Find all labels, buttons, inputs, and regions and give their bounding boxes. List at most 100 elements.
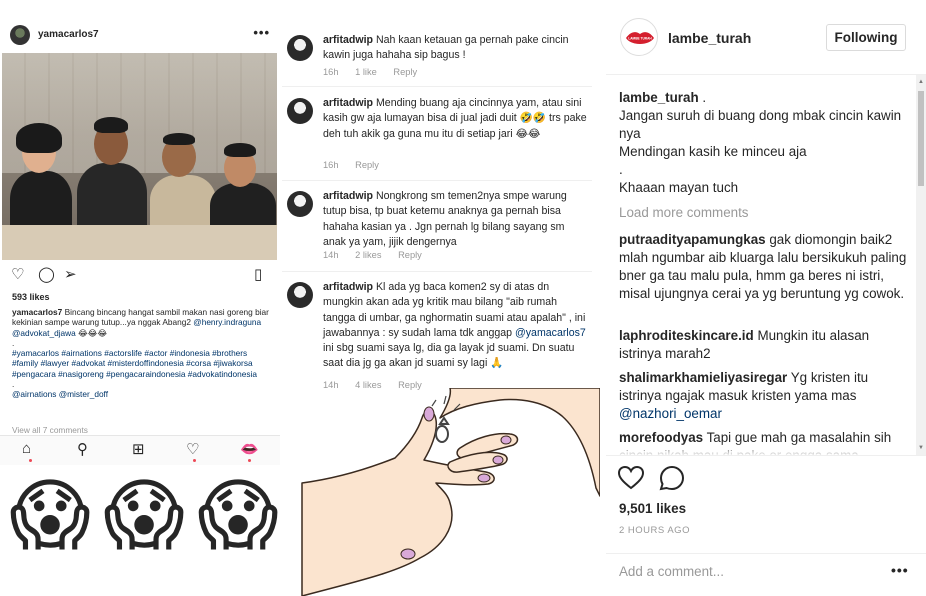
likes-count[interactable]: 593 likes xyxy=(12,292,50,302)
logo-text: LAMBE TURAH xyxy=(628,37,652,41)
comment-text: arfitadwip Kl ada yg baca komen2 sy di a… xyxy=(323,280,588,372)
comment-time: 16h xyxy=(323,67,339,77)
comment: putraadityapamungkas gak diomongin baik2… xyxy=(619,231,909,303)
lower-hand xyxy=(301,410,495,596)
following-button[interactable]: Following xyxy=(826,24,906,51)
scroll-fade xyxy=(606,442,916,455)
post-photo xyxy=(2,53,277,260)
activity-dot xyxy=(193,459,196,462)
caption-username[interactable]: lambe_turah xyxy=(619,90,699,105)
scroll-down-arrow-icon[interactable]: ▼ xyxy=(918,445,924,451)
comments-scrollbar[interactable]: ▲ ▼ xyxy=(916,75,926,455)
caption-hashtags[interactable]: #yamacarlos #airnations #actorslife #act… xyxy=(12,348,257,379)
commenter-avatar[interactable] xyxy=(287,191,313,217)
caption-dot: . xyxy=(12,337,15,348)
photo-table xyxy=(2,225,277,260)
embedded-post-screenshot: yamacarlos7 ••• ♡ ◯ ➢ ▯ 593 likes yamaca… xyxy=(0,0,280,596)
post-header: yamacarlos7 ••• xyxy=(0,24,280,48)
person-1-hair xyxy=(16,123,62,153)
commenter-avatar[interactable] xyxy=(287,98,313,124)
post-actions: ♡ ◯ ➢ ▯ xyxy=(0,266,280,286)
comment-2: arfitadwip Mending buang aja cincinnya y… xyxy=(282,96,592,176)
more-options-icon[interactable]: ••• xyxy=(253,25,270,40)
scream-emoji-3: 😱 xyxy=(197,471,279,561)
commenter-avatar[interactable] xyxy=(287,282,313,308)
person-2-hair xyxy=(94,117,128,133)
nail-1 xyxy=(423,406,435,422)
load-more-comments-button[interactable]: Load more comments xyxy=(619,205,749,220)
home-icon[interactable]: ⌂ xyxy=(22,440,31,457)
comments-list[interactable]: lambe_turah . Jangan suruh di buang dong… xyxy=(606,75,916,455)
share-icon[interactable]: ➢ xyxy=(64,266,77,284)
profile-lips-icon[interactable]: 👄 xyxy=(240,440,259,458)
caption-username[interactable]: yamacarlos7 xyxy=(12,307,62,317)
comment-mention[interactable]: @nazhori_oemar xyxy=(619,406,722,421)
person-4-hair xyxy=(224,143,256,157)
account-avatar[interactable]: LAMBE TURAH xyxy=(620,18,658,56)
post-username[interactable]: yamacarlos7 xyxy=(38,29,99,40)
post-timestamp[interactable]: 2 HOURS AGO xyxy=(619,525,690,536)
add-comment-input[interactable]: Add a comment... xyxy=(619,564,724,579)
activity-heart-icon[interactable]: ♡ xyxy=(186,440,199,458)
comment-meta: 16h Reply xyxy=(323,160,393,170)
search-icon[interactable]: ⚲ xyxy=(77,440,88,458)
comment-username[interactable]: arfitadwip xyxy=(323,190,373,202)
reply-button[interactable]: Reply xyxy=(393,67,417,77)
ring-icon xyxy=(435,416,450,443)
profile-dot xyxy=(248,459,251,462)
view-all-comments-link[interactable]: View all 7 comments xyxy=(12,425,88,435)
comment-text: arfitadwip Nongkrong sm temen2nya smpe w… xyxy=(323,189,588,250)
more-options-icon[interactable]: ••• xyxy=(891,562,909,578)
home-dot xyxy=(29,459,32,462)
like-heart-icon[interactable] xyxy=(617,464,645,492)
reply-button[interactable]: Reply xyxy=(398,250,422,260)
comment-username[interactable]: shalimarkhamieliyasiregar xyxy=(619,370,787,385)
scream-emoji-1: 😱 xyxy=(9,471,91,561)
caption-line: Mendingan kasih ke minceu aja xyxy=(619,144,807,159)
caption-emoji: 😂😂😂 xyxy=(78,327,108,338)
comment-likes[interactable]: 1 like xyxy=(355,67,377,77)
comment-4: arfitadwip Kl ada yg baca komen2 sy di a… xyxy=(282,280,592,395)
comment-username[interactable]: putraadityapamungkas xyxy=(619,232,766,247)
comment-username[interactable]: laphroditeskincare.id xyxy=(619,328,754,343)
comment-divider xyxy=(282,180,592,181)
comment-icon[interactable]: ◯ xyxy=(38,266,55,284)
comment-bubble-icon[interactable] xyxy=(658,464,686,492)
heart-icon[interactable]: ♡ xyxy=(11,266,24,284)
likes-count[interactable]: 9,501 likes xyxy=(619,501,686,516)
comment: laphroditeskincare.id Mungkin itu alasan… xyxy=(619,327,909,363)
comment-meta: 16h 1 like Reply xyxy=(323,67,431,77)
comment-username[interactable]: arfitadwip xyxy=(323,97,373,109)
instagram-post-panel: LAMBE TURAH lambe_turah Following lambe_… xyxy=(606,0,926,596)
nail-3 xyxy=(492,455,504,465)
add-post-icon[interactable]: ⊞ xyxy=(132,440,145,458)
scrollbar-thumb[interactable] xyxy=(918,91,924,186)
comment-divider xyxy=(282,86,592,87)
comment-likes[interactable]: 2 likes xyxy=(355,250,381,260)
comment-divider xyxy=(282,271,592,272)
post-footer: 9,501 likes 2 HOURS AGO Add a comment...… xyxy=(606,455,926,596)
avatar[interactable] xyxy=(10,25,30,45)
post-caption: yamacarlos7 Bincang bincang hangat sambi… xyxy=(12,307,272,400)
caption-dot: . xyxy=(702,90,707,105)
commenter-avatar[interactable] xyxy=(287,35,313,61)
caption-dot-2: . xyxy=(12,379,15,390)
scroll-up-arrow-icon[interactable]: ▲ xyxy=(918,79,924,85)
caption-line: . xyxy=(619,162,623,177)
comment-text: arfitadwip Mending buang aja cincinnya y… xyxy=(323,96,588,142)
caption-mentions-2[interactable]: @airnations @mister_doff xyxy=(12,389,108,399)
nail-4 xyxy=(477,473,491,483)
reply-button[interactable]: Reply xyxy=(355,160,379,170)
comment-3: arfitadwip Nongkrong sm temen2nya smpe w… xyxy=(282,189,592,269)
comment-text: arfitadwip Nah kaan ketauan ga pernah pa… xyxy=(323,33,588,64)
person-3-hair xyxy=(163,133,195,145)
bottom-tab-bar: ⌂ ⚲ ⊞ ♡ 👄 xyxy=(0,435,280,465)
comment-username[interactable]: arfitadwip xyxy=(323,34,373,46)
bookmark-icon[interactable]: ▯ xyxy=(254,266,262,284)
comment-username[interactable]: arfitadwip xyxy=(323,281,373,293)
account-username[interactable]: lambe_turah xyxy=(668,30,751,46)
comment-time: 16h xyxy=(323,160,339,170)
comment: shalimarkhamieliyasiregar Yg kristen itu… xyxy=(619,369,909,423)
comment-mention[interactable]: @yamacarlos7 xyxy=(515,327,586,339)
comment-1: arfitadwip Nah kaan ketauan ga pernah pa… xyxy=(282,33,592,83)
